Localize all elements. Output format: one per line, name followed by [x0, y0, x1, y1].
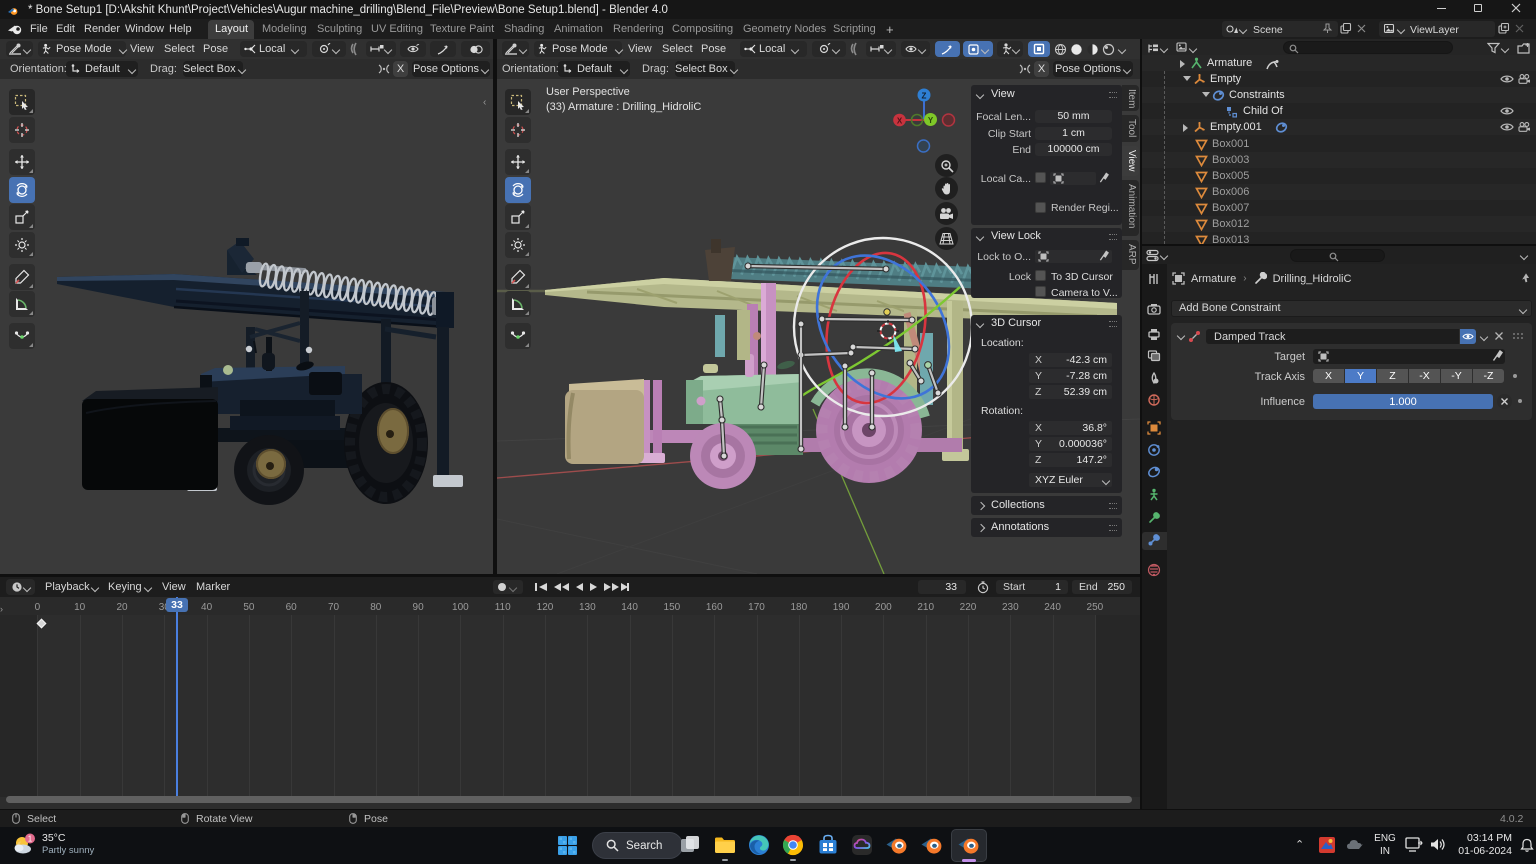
svg-text:Y: Y — [928, 116, 934, 125]
svg-text:Z: Z — [922, 92, 927, 101]
svg-text:1: 1 — [28, 835, 33, 844]
svg-text:X: X — [897, 117, 903, 126]
